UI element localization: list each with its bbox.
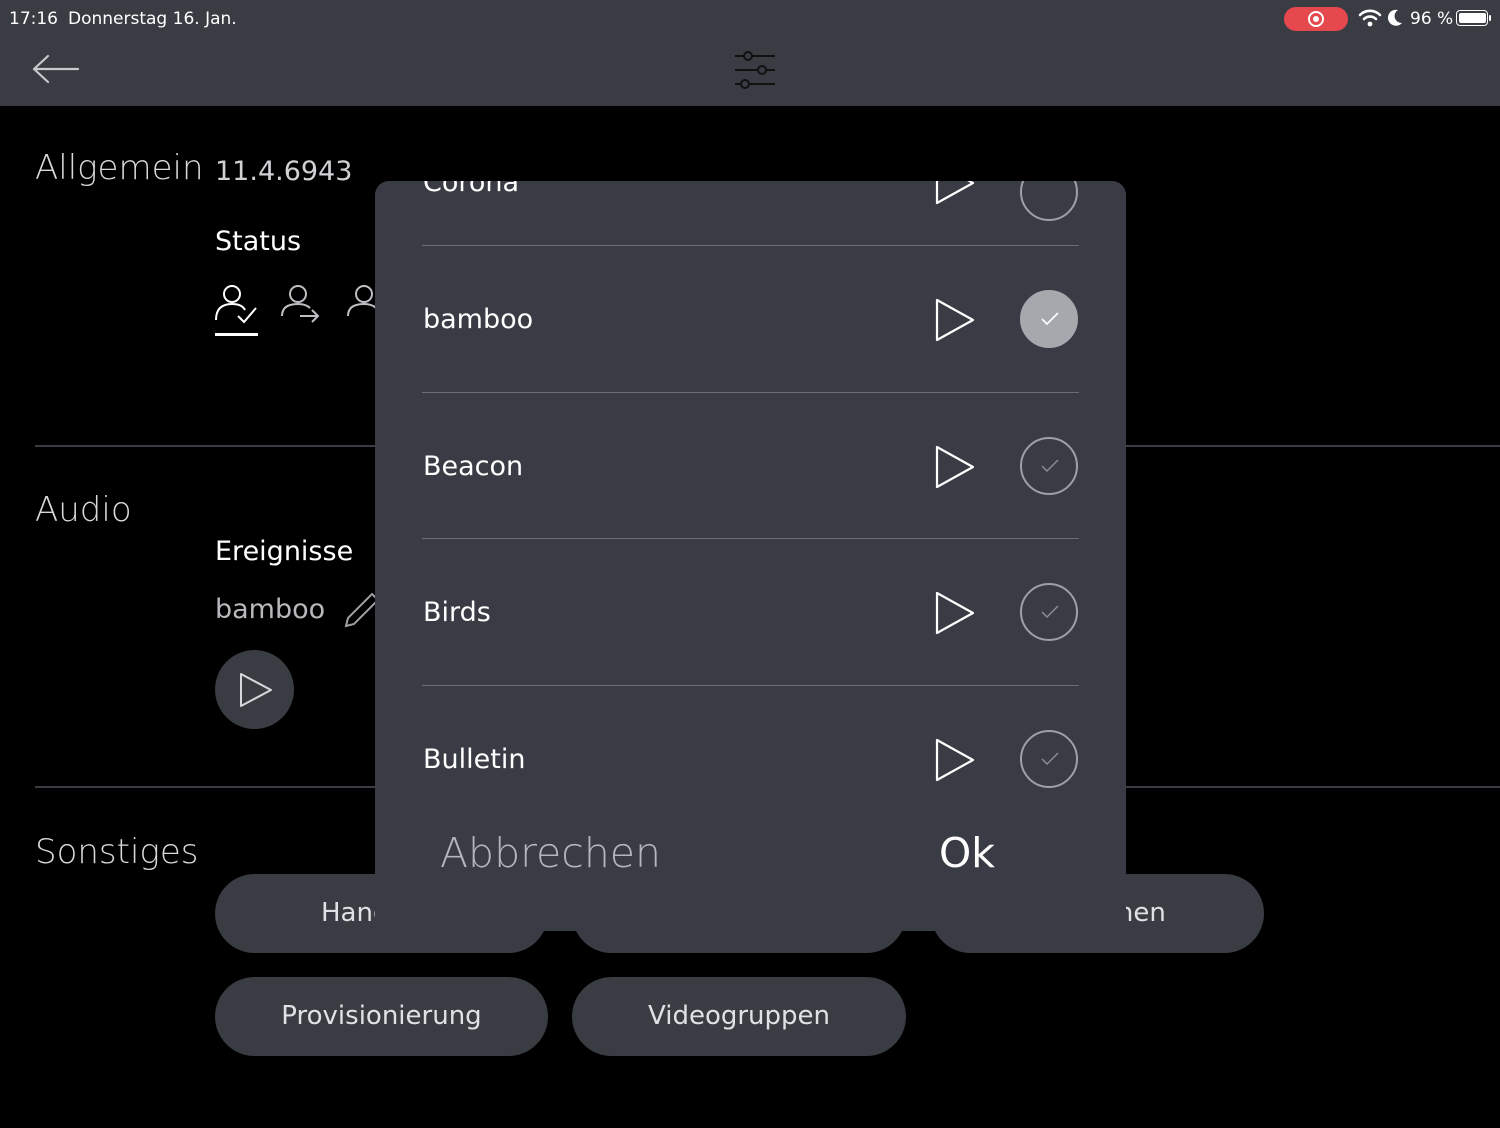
check-circle-icon[interactable] [1020,583,1078,641]
user-forward-icon[interactable] [278,282,326,330]
moon-icon [1387,9,1402,26]
back-arrow-icon[interactable] [30,52,82,86]
sound-label: Bulletin [423,744,526,775]
user-available-icon[interactable] [212,282,260,330]
selected-check-icon[interactable] [1020,290,1078,348]
section-title-audio: Audio [35,490,132,530]
status-bar: 17:16 Donnerstag 16. Jan. 96 % [0,0,1500,38]
section-title-general: Allgemein [35,148,204,188]
play-icon[interactable] [933,736,977,784]
play-icon[interactable] [933,181,977,207]
sound-list-item[interactable]: bamboo [375,246,1126,392]
sound-label: Corona [423,181,520,198]
play-icon[interactable] [933,443,977,491]
status-selected-indicator [215,333,258,336]
sound-label: Beacon [423,451,524,482]
wifi-icon [1358,9,1382,27]
video-groups-button-label: Videogruppen [648,1001,830,1031]
ok-button[interactable]: Ok [939,829,995,877]
provisioning-button-label: Provisionierung [281,1001,482,1031]
screen-recording-icon[interactable] [1284,7,1348,31]
provisioning-button[interactable]: Provisionierung [215,977,548,1056]
sound-picker-dialog: Corona bamboo Beacon Birds Bulletin Abbr… [375,181,1126,931]
section-title-other: Sonstiges [35,832,199,872]
play-icon[interactable] [933,589,977,637]
nav-bar [0,38,1500,106]
sound-list-item[interactable]: Birds [375,539,1126,685]
cancel-button[interactable]: Abbrechen [440,829,661,877]
play-icon [240,673,272,707]
sound-list-item[interactable]: Beacon [375,393,1126,539]
filter-sliders-icon[interactable] [730,46,780,94]
play-sound-button[interactable] [215,650,294,729]
video-groups-button[interactable]: Videogruppen [572,977,906,1056]
sound-label: Birds [423,597,491,628]
battery-icon [1456,10,1491,26]
status-time: 17:16 [9,9,58,29]
status-label: Status [215,226,302,257]
battery-percentage: 96 % [1410,9,1454,29]
status-date: Donnerstag 16. Jan. [68,9,237,29]
check-circle-icon[interactable] [1020,730,1078,788]
sound-label: bamboo [423,304,534,335]
events-label: Ereignisse [215,536,354,567]
version-number: 11.4.6943 [215,156,353,187]
current-sound-name: bamboo [215,594,326,625]
select-circle-icon[interactable] [1020,181,1078,221]
check-circle-icon[interactable] [1020,437,1078,495]
play-icon[interactable] [933,296,977,344]
